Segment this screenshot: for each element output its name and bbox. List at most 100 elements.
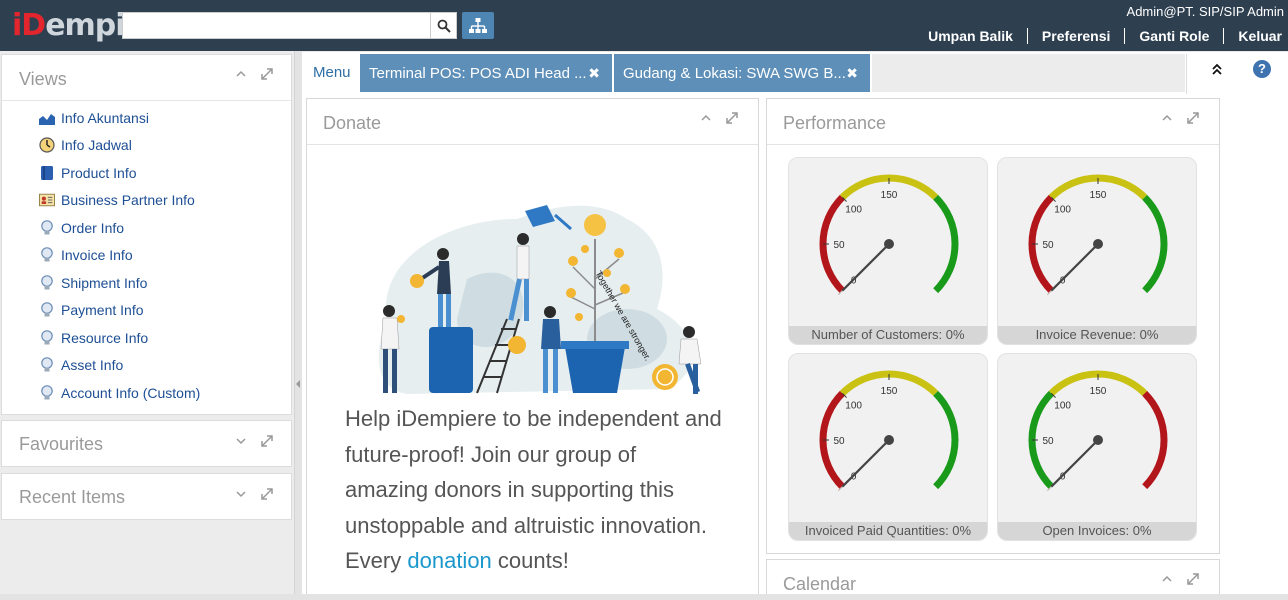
maximize-icon[interactable] — [261, 68, 273, 80]
gauge-tick-label: 50 — [833, 436, 845, 447]
view-item-asset-info[interactable]: Asset Info — [39, 352, 200, 380]
feedback-link[interactable]: Umpan Balik — [928, 28, 1027, 44]
gauge-invoice-revenue[interactable]: 050100150 Invoice Revenue: 0% — [997, 157, 1197, 345]
search-icon — [437, 19, 451, 33]
gauge-invoiced-paid-quantities[interactable]: 050100150 Invoiced Paid Quantities: 0% — [788, 353, 988, 541]
collapse-icon[interactable] — [1161, 573, 1173, 585]
gauge-dial: 050100150 — [1028, 174, 1168, 296]
calendar-title: Calendar — [783, 574, 857, 594]
gauge-hub — [884, 239, 894, 249]
menu-tree-button[interactable] — [462, 12, 494, 39]
chart-icon — [39, 110, 55, 126]
dashboard-area: Donate Together we are stronger. Help iD… — [302, 94, 1288, 600]
view-item-order-info[interactable]: Order Info — [39, 214, 200, 242]
view-item-resource-info[interactable]: Resource Info — [39, 324, 200, 352]
gauge-tick-label: 100 — [1054, 401, 1071, 412]
gauge-tick-label: 100 — [1054, 205, 1071, 216]
donate-message: Help iDempiere to be independent and fut… — [345, 406, 722, 573]
tab-terminal-pos[interactable]: Terminal POS: POS ADI Head ... ✖ — [360, 54, 612, 92]
sitemap-icon — [469, 17, 487, 33]
expand-icon[interactable] — [235, 488, 247, 500]
gauge-tick-label: 50 — [1042, 240, 1054, 251]
bulb-icon — [39, 329, 55, 346]
tab-menu[interactable]: Menu — [304, 54, 358, 92]
preferences-link[interactable]: Preferensi — [1026, 28, 1124, 44]
bpartner-icon — [39, 192, 55, 208]
help-icon[interactable]: ? — [1253, 60, 1271, 78]
donation-link[interactable]: donation — [407, 548, 491, 573]
gauge-dial: 050100150 — [1028, 370, 1168, 492]
maximize-icon[interactable] — [1187, 573, 1199, 585]
left-panel: Views Info Akuntansi Info Jadwal Product… — [0, 51, 296, 600]
maximize-icon[interactable] — [1187, 112, 1199, 124]
gauge-needle — [1050, 439, 1099, 488]
view-item-info-akuntansi[interactable]: Info Akuntansi — [39, 104, 200, 132]
maximize-icon[interactable] — [261, 435, 273, 447]
global-search-input[interactable] — [122, 12, 431, 39]
header-links: Umpan Balik Preferensi Ganti Role Keluar — [928, 28, 1282, 44]
gauge-open-invoices[interactable]: 050100150 Open Invoices: 0% — [997, 353, 1197, 541]
view-item-account-info-custom[interactable]: Account Info (Custom) — [39, 379, 200, 407]
view-item-product-info[interactable]: Product Info — [39, 159, 200, 187]
donation-illustration — [378, 205, 702, 394]
expand-icon[interactable] — [235, 435, 247, 447]
gauge-tick-label: 150 — [881, 190, 898, 201]
donate-panel: Donate Together we are stronger. Help iD… — [306, 98, 759, 600]
maximize-icon[interactable] — [726, 112, 738, 124]
collapse-icon[interactable] — [700, 112, 712, 124]
recent-items-title: Recent Items — [19, 487, 126, 507]
collapse-icon[interactable] — [235, 68, 247, 80]
panel-splitter[interactable] — [294, 51, 302, 600]
gauge-tick-label: 50 — [1042, 436, 1054, 447]
performance-panel: Performance 050100150 Number of Customer… — [766, 98, 1220, 554]
favourites-panel[interactable]: Favourites — [1, 420, 292, 467]
views-title: Views — [19, 69, 67, 89]
gauge-tick-label: 50 — [833, 240, 845, 251]
change-role-link[interactable]: Ganti Role — [1124, 28, 1223, 44]
gauge-hub — [1093, 239, 1103, 249]
recent-items-panel[interactable]: Recent Items — [1, 473, 292, 520]
view-item-shipment-info[interactable]: Shipment Info — [39, 269, 200, 297]
tab-gudang-lokasi[interactable]: Gudang & Lokasi: SWA SWG B... ✖ — [614, 54, 870, 92]
bulb-icon — [39, 274, 55, 291]
bulb-icon — [39, 302, 55, 318]
user-role-label[interactable]: Admin@PT. SIP/SIP Admin — [1127, 4, 1284, 19]
close-icon[interactable]: ✖ — [846, 65, 858, 82]
bulb-icon — [39, 384, 55, 401]
collapse-icon[interactable] — [1161, 112, 1173, 124]
bulb-icon — [39, 219, 55, 236]
views-panel: Views Info Akuntansi Info Jadwal Product… — [1, 54, 292, 415]
maximize-icon[interactable] — [261, 488, 273, 500]
favourites-title: Favourites — [19, 434, 104, 454]
gauge-tick-label: 100 — [845, 401, 862, 412]
header-bar: iDempiere Admin@PT. SIP/SIP Admin Umpan … — [0, 0, 1288, 51]
gauge-tick-label: 100 — [845, 205, 862, 216]
logout-link[interactable]: Keluar — [1223, 28, 1282, 44]
gauge-zone — [933, 194, 959, 294]
idempiere-logo[interactable]: iDempiere — [12, 8, 178, 44]
gauge-hub — [1093, 435, 1103, 445]
gauge-dial: 050100150 — [819, 370, 959, 492]
gauge-dial: 050100150 — [819, 174, 959, 296]
double-chevron-up-icon[interactable] — [1210, 62, 1224, 76]
donate-title: Donate — [323, 113, 382, 133]
gauge-needle — [1050, 243, 1099, 292]
gauge-zone — [933, 390, 959, 490]
gauge-tick-label: 150 — [881, 386, 898, 397]
gauge-needle — [841, 439, 890, 488]
gauge-hub — [884, 435, 894, 445]
view-item-business-partner-info[interactable]: Business Partner Info — [39, 187, 200, 215]
bulb-icon — [39, 357, 55, 373]
product-icon — [39, 165, 55, 181]
bulb-icon — [39, 247, 55, 263]
gauge-number-of-customers[interactable]: 050100150 Number of Customers: 0% — [788, 157, 988, 345]
view-item-payment-info[interactable]: Payment Info — [39, 297, 200, 325]
view-item-invoice-info[interactable]: Invoice Info — [39, 242, 200, 270]
search-button[interactable] — [430, 12, 457, 39]
performance-title: Performance — [783, 113, 887, 133]
close-icon[interactable]: ✖ — [588, 65, 600, 82]
collapse-left-icon[interactable] — [296, 380, 300, 388]
tab-bar: Menu Terminal POS: POS ADI Head ... ✖ Gu… — [302, 52, 1288, 94]
schedule-icon — [39, 137, 55, 153]
view-item-info-jadwal[interactable]: Info Jadwal — [39, 132, 200, 160]
